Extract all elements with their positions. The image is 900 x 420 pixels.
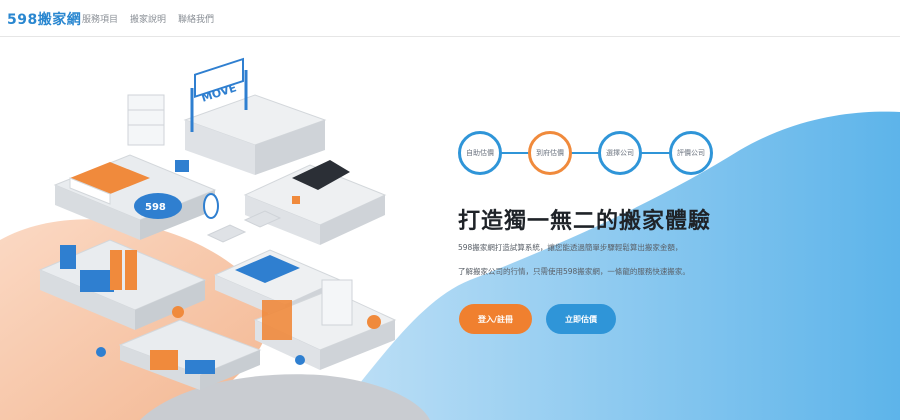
- 598-badge-text: 598: [145, 202, 166, 213]
- login-register-button[interactable]: 登入/註冊: [459, 304, 532, 334]
- nav-item-services[interactable]: 服務項目: [82, 12, 118, 25]
- hero-background: MOVE 598: [0, 57, 900, 420]
- top-navbar: 598搬家網 服務項目 搬家說明 聯絡我們: [0, 0, 900, 37]
- steps-connector: [482, 152, 689, 154]
- process-steps: 自助估價 到府估價 選擇公司 評價公司: [458, 128, 713, 178]
- step-home-quote: 到府估價: [528, 131, 572, 175]
- nav-item-contact[interactable]: 聯絡我們: [178, 12, 214, 25]
- nav-item-moving-guide[interactable]: 搬家說明: [130, 12, 166, 25]
- step-choose-company: 選擇公司: [598, 131, 642, 175]
- step-rate-company: 評價公司: [669, 131, 713, 175]
- instant-quote-button[interactable]: 立即估價: [546, 304, 616, 334]
- hero-description-2: 了解搬家公司的行情，只需使用598搬家網，一條龍的服務快速搬家。: [458, 267, 690, 276]
- hero-headline: 打造獨一無二的搬家體驗: [458, 209, 712, 234]
- site-logo[interactable]: 598搬家網: [7, 9, 81, 29]
- step-self-quote: 自助估價: [458, 131, 502, 175]
- nav-menu: 服務項目 搬家說明 聯絡我們: [82, 12, 214, 25]
- hero-description-1: 598搬家網打造試算系統，讓您能透過簡單步驟輕鬆算出搬家金額，: [458, 243, 683, 252]
